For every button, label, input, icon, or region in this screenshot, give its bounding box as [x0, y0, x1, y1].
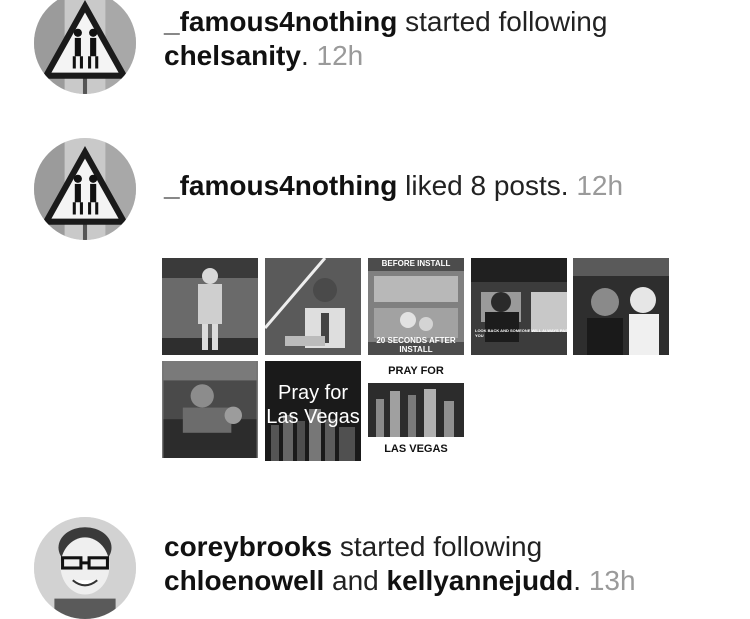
action-text: liked 8 posts.: [405, 170, 569, 201]
post-thumbnail[interactable]: [265, 258, 361, 355]
action-text: started following: [405, 6, 608, 37]
username-link[interactable]: _famous4nothing: [164, 170, 397, 201]
target-username-link[interactable]: kellyannejudd: [387, 565, 574, 596]
thumbnail-caption: LOOK BACK AND SOMEONE WILL ALWAYS PASS Y…: [475, 328, 567, 338]
period: .: [300, 40, 309, 71]
post-thumbnail[interactable]: [162, 258, 258, 355]
avatar-famous4nothing[interactable]: [34, 138, 136, 240]
thumbnail-bottom-caption: LAS VEGAS: [384, 443, 448, 455]
avatar-coreybrooks[interactable]: [34, 517, 136, 619]
avatar-famous4nothing[interactable]: [34, 0, 136, 94]
post-thumbnail[interactable]: LOOK BACK AND SOMEONE WILL ALWAYS PASS Y…: [471, 258, 567, 355]
notification-text: _famous4nothing started following: [164, 5, 607, 39]
username-link[interactable]: _famous4nothing: [164, 6, 397, 37]
timestamp: 12h: [576, 170, 624, 201]
photo-thumbnail-image: [163, 361, 257, 458]
pedestrian-warning-sign-icon: [34, 138, 136, 240]
username-link[interactable]: coreybrooks: [164, 531, 332, 562]
notification-text: _famous4nothing liked 8 posts. 12h: [164, 169, 623, 203]
pedestrian-warning-sign-icon: [34, 0, 136, 94]
target-username-link[interactable]: chloenowell: [164, 565, 324, 596]
notification-text-line2: chelsanity. 12h: [164, 39, 363, 73]
target-username-link[interactable]: chelsanity: [164, 40, 301, 71]
thumbnail-top-caption: BEFORE INSTALL: [381, 259, 451, 268]
timestamp: 12h: [316, 40, 364, 71]
notification-text: coreybrooks started following: [164, 530, 542, 564]
thumbnail-caption: Pray for Las Vegas: [266, 382, 360, 428]
post-thumbnail[interactable]: BEFORE INSTALL 20 SECONDS AFTER INSTALL: [368, 258, 464, 355]
thumbnail-bottom-caption: 20 SECONDS AFTER INSTALL: [376, 336, 456, 354]
connector-text: and: [332, 565, 379, 596]
photo-thumbnail-image: [471, 258, 567, 355]
action-text: started following: [339, 531, 543, 562]
thumbnail-top-caption: PRAY FOR: [388, 365, 444, 377]
notification-text-line2: chloenowell and kellyannejudd. 13h: [164, 564, 636, 598]
period: .: [573, 565, 582, 596]
photo-thumbnail-image: [573, 258, 669, 355]
post-thumbnail[interactable]: [573, 258, 669, 355]
timestamp: 13h: [588, 565, 636, 596]
post-thumbnail[interactable]: PRAY FOR LAS VEGAS: [368, 361, 464, 463]
photo-thumbnail-image: [265, 258, 361, 355]
post-thumbnail[interactable]: Pray for Las Vegas: [265, 361, 361, 461]
photo-thumbnail-image: [162, 258, 258, 355]
post-thumbnail[interactable]: [162, 361, 258, 458]
profile-photo-icon: [34, 517, 136, 619]
